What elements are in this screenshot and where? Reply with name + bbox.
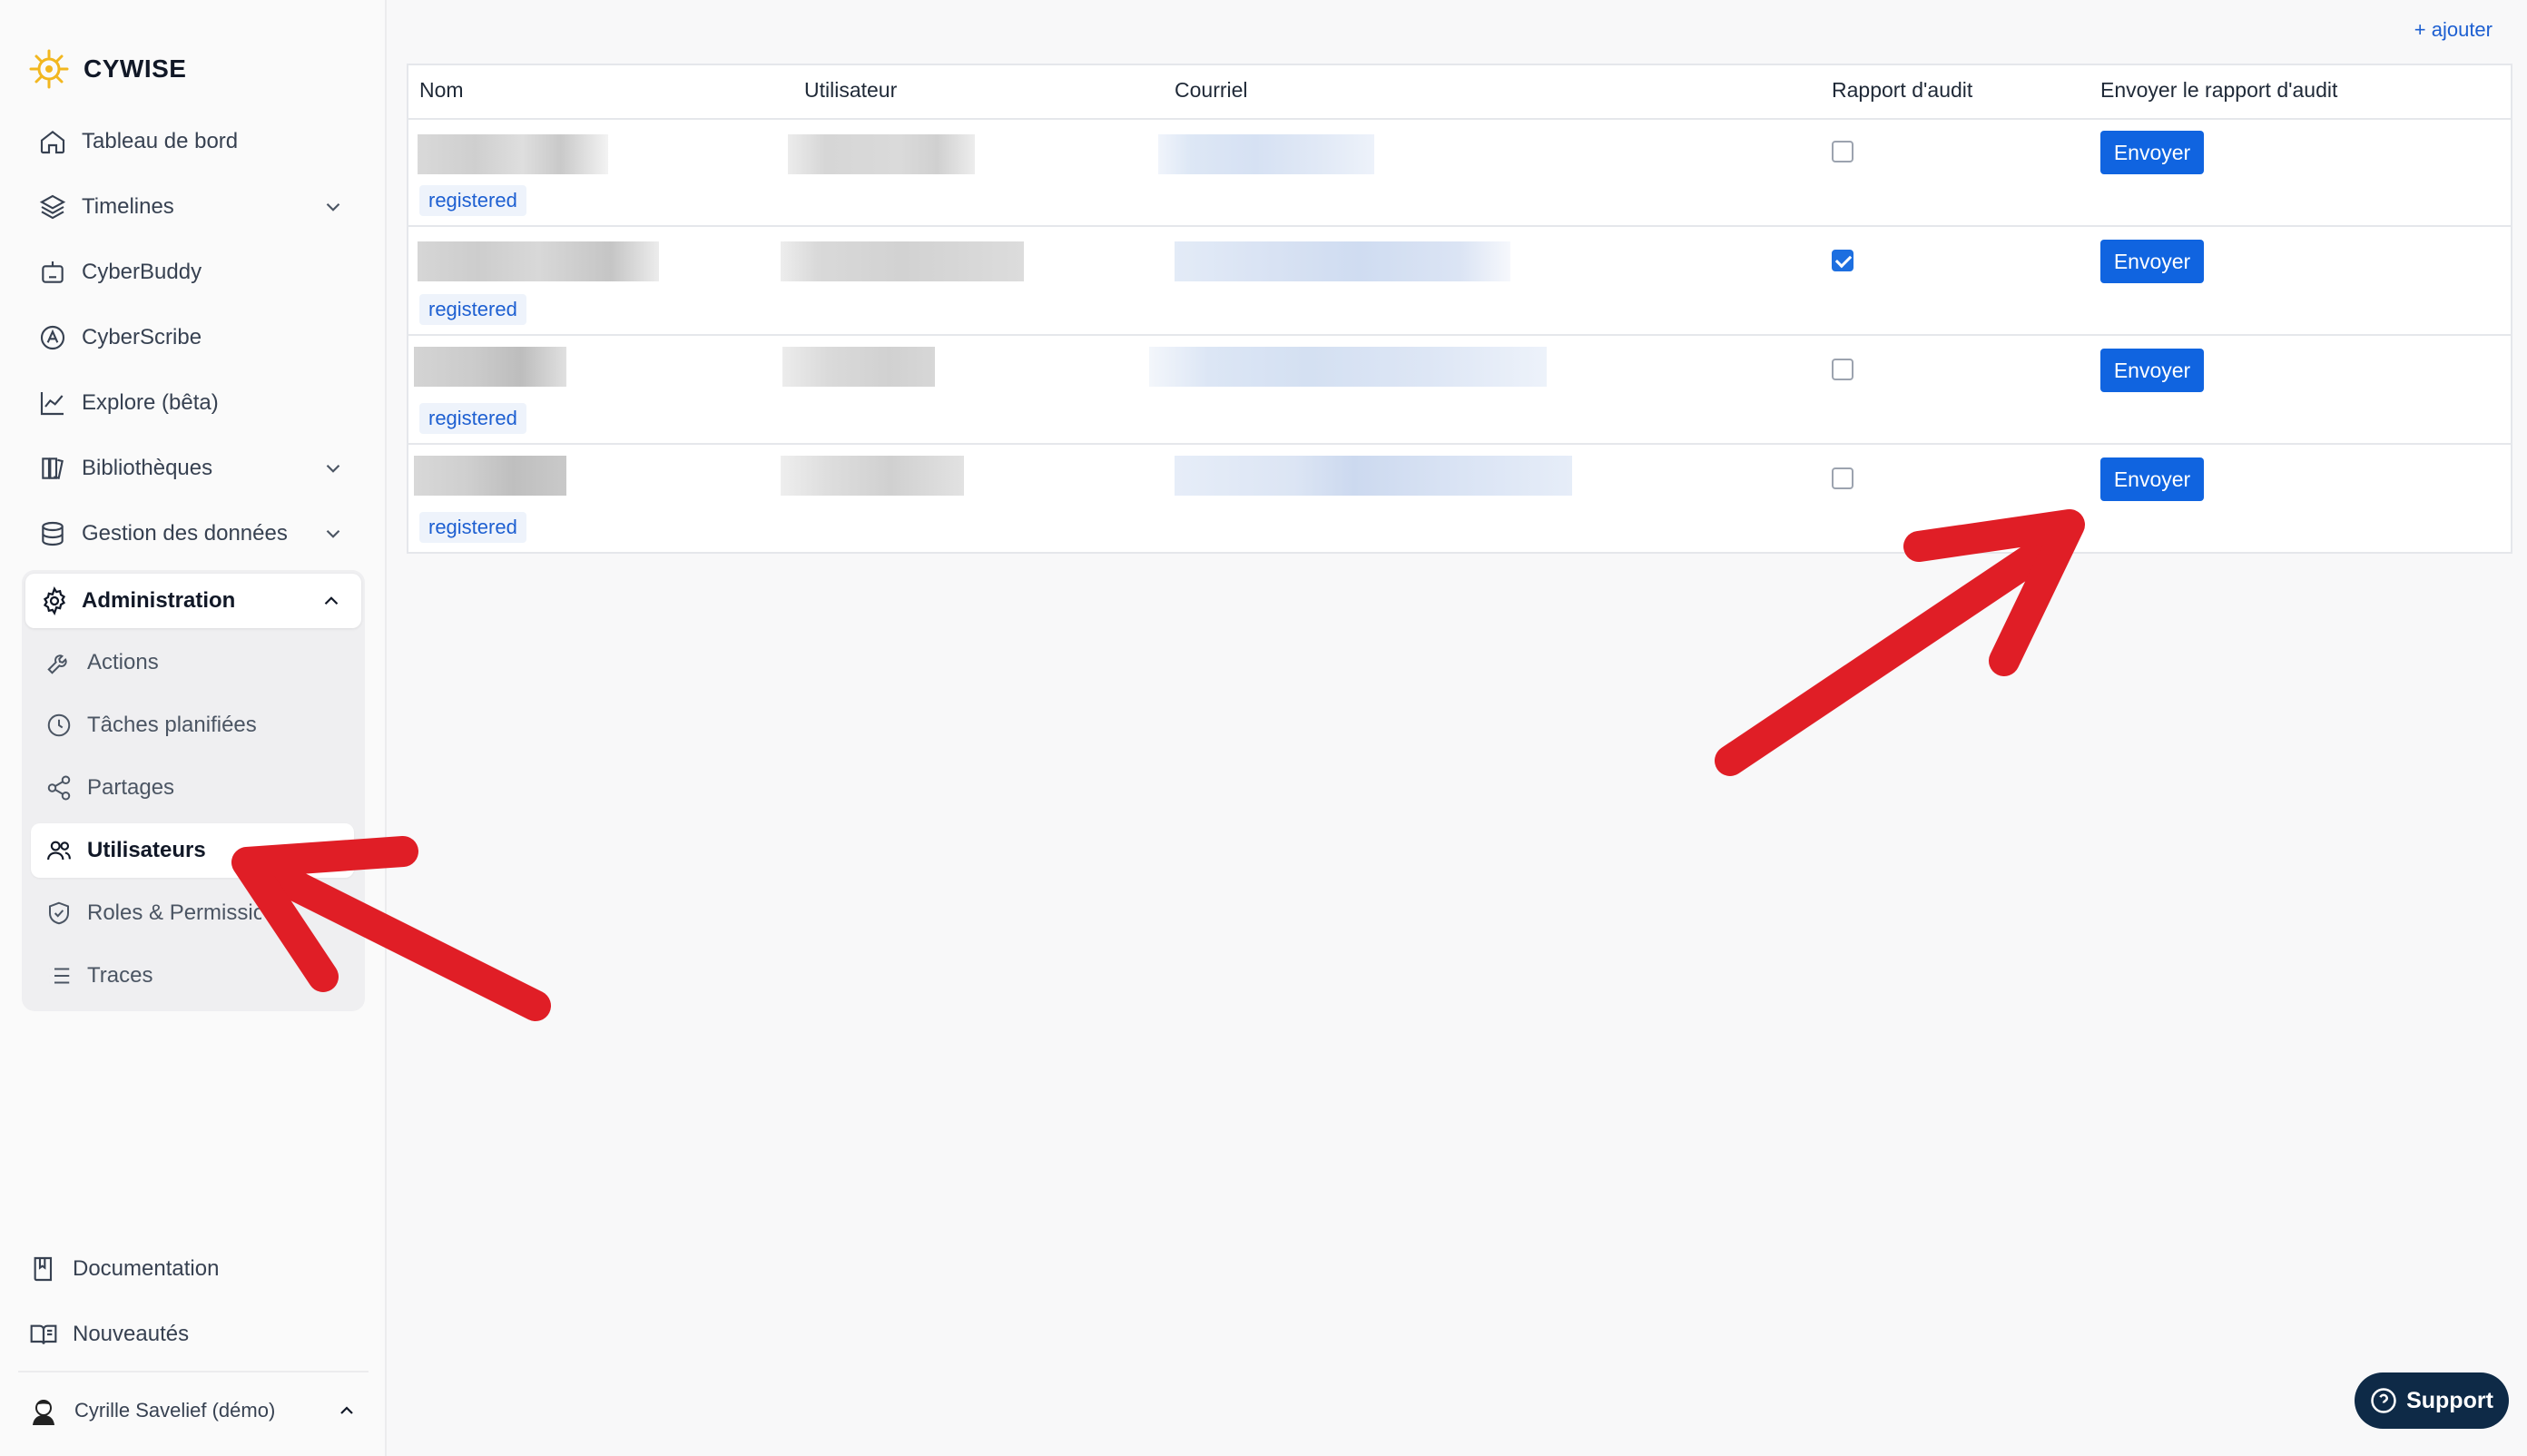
annotation-arrows	[231, 509, 2085, 1021]
annotation-arrow-icon	[1715, 509, 2085, 776]
annotation-arrow-icon	[231, 836, 551, 1021]
